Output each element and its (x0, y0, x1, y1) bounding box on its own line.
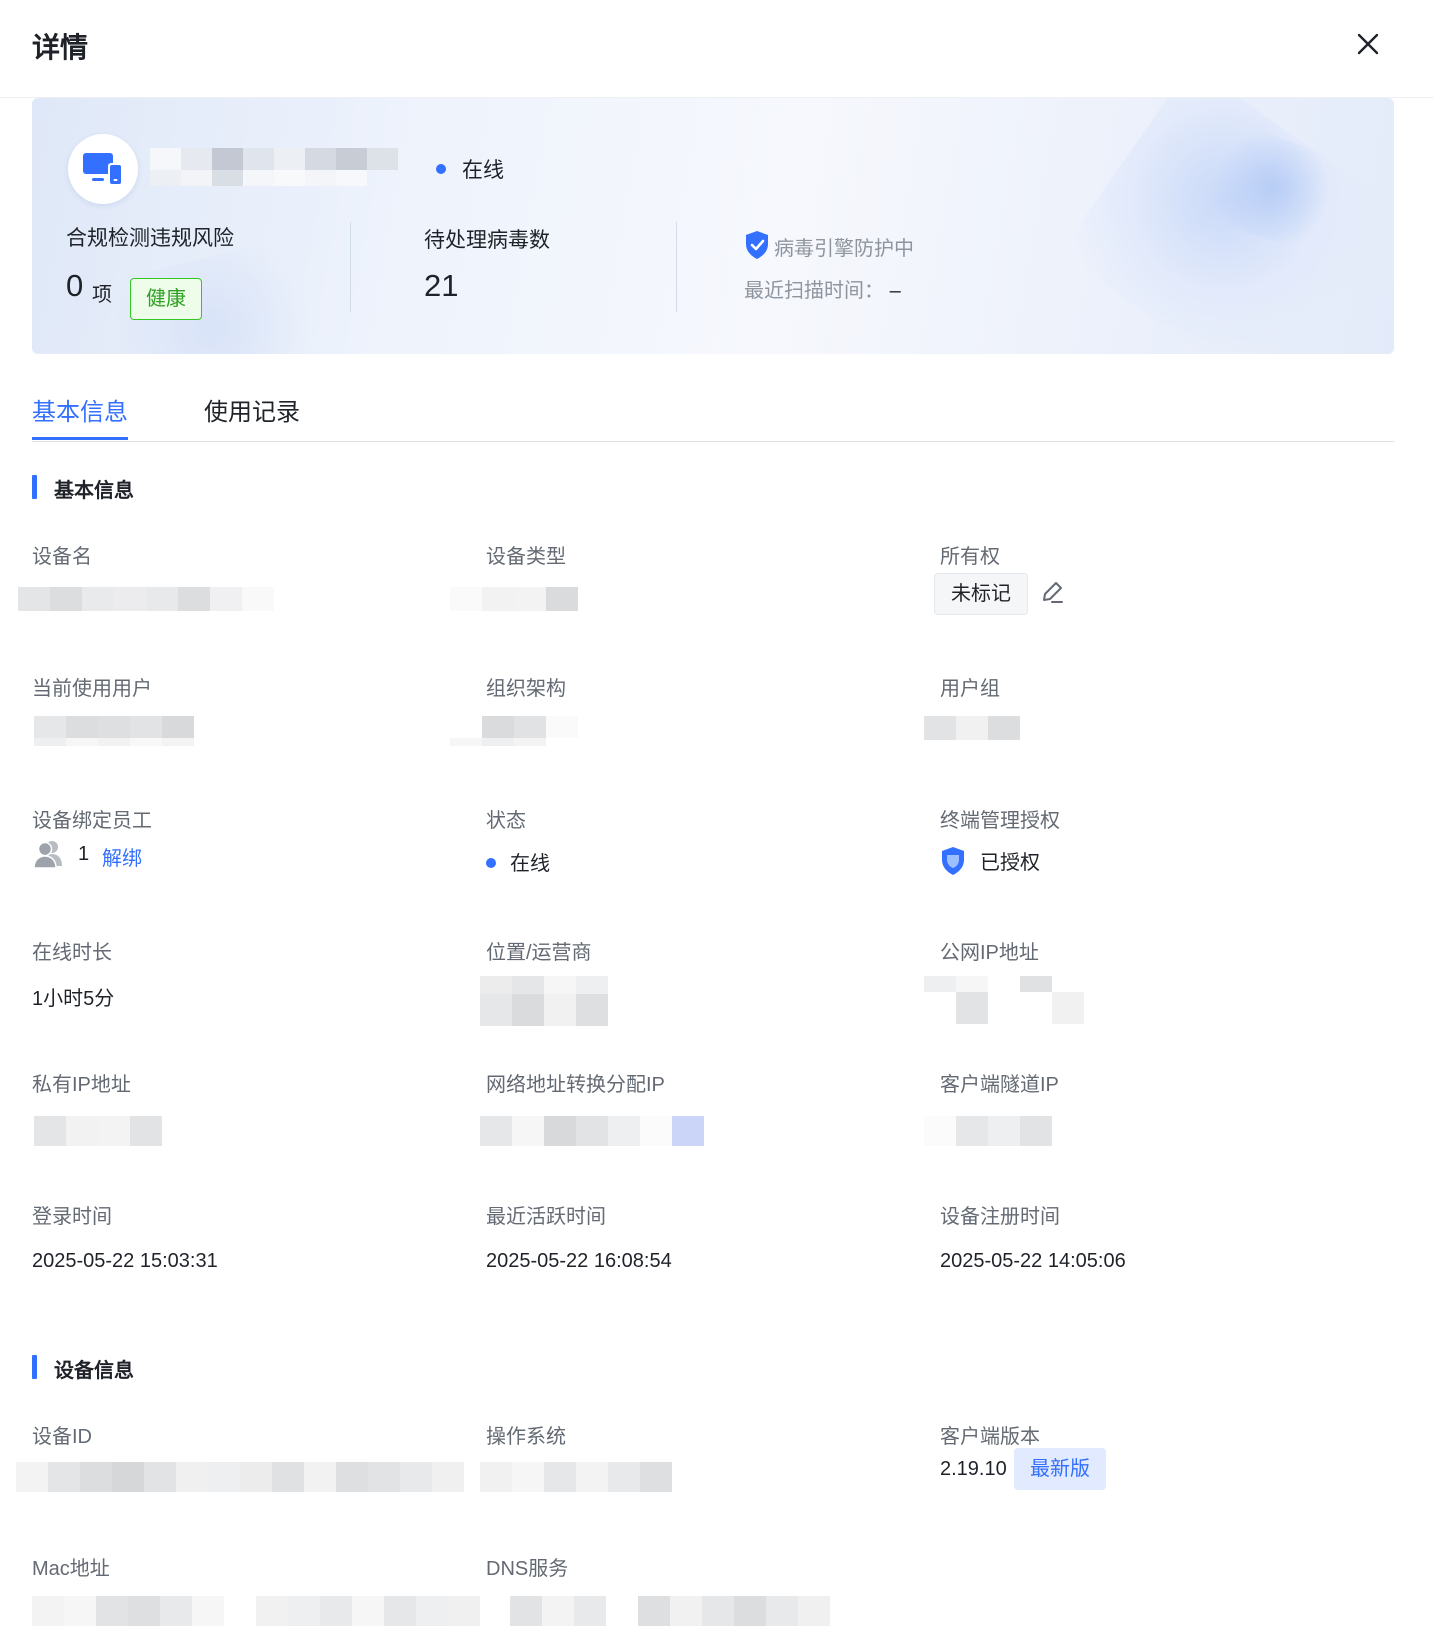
register-time-label: 设备注册时间 (940, 1206, 1060, 1228)
device-name-value-blurred (18, 587, 274, 611)
status-dot (436, 164, 446, 174)
last-scan-value: – (889, 280, 901, 302)
login-time-value: 2025-05-22 15:03:31 (32, 1250, 218, 1272)
bound-staff-count: 1 (78, 843, 90, 865)
org-value-blurred (450, 716, 578, 746)
auth-value: 已授权 (980, 852, 1040, 874)
unbind-link[interactable]: 解绑 (102, 842, 142, 871)
client-version-value: 2.19.10 (940, 1458, 1007, 1480)
client-version-label: 客户端版本 (940, 1426, 1040, 1448)
users-icon (33, 841, 62, 869)
ownership-label: 所有权 (940, 546, 1000, 568)
virus-label: 待处理病毒数 (424, 229, 550, 252)
health-badge: 健康 (130, 278, 202, 320)
device-avatar (68, 134, 138, 204)
ownership-tag: 未标记 (934, 573, 1028, 615)
device-type-label: 设备类型 (486, 546, 566, 568)
status-dot (486, 858, 496, 868)
device-id-label: 设备ID (32, 1426, 92, 1448)
close-icon[interactable] (1352, 28, 1384, 60)
bound-staff-label: 设备绑定员工 (32, 810, 152, 832)
device-name-label: 设备名 (32, 546, 92, 568)
os-label: 操作系统 (486, 1426, 566, 1448)
register-time-value: 2025-05-22 14:05:06 (940, 1250, 1126, 1272)
section-title-device: 设备信息 (32, 1354, 134, 1383)
current-user-value-blurred (34, 716, 194, 746)
status-text: 在线 (462, 159, 504, 182)
mac-value-blurred (32, 1596, 480, 1626)
status-value: 在线 (510, 853, 550, 875)
mac-label: Mac地址 (32, 1558, 110, 1580)
last-active-label: 最近活跃时间 (486, 1206, 606, 1228)
edit-icon[interactable] (1038, 578, 1066, 606)
device-type-value-blurred (450, 587, 578, 611)
current-user-label: 当前使用用户 (32, 678, 152, 700)
dns-value-blurred (510, 1596, 830, 1626)
online-duration-label: 在线时长 (32, 942, 112, 964)
shield-icon (942, 847, 964, 875)
latest-version-badge: 最新版 (1014, 1448, 1106, 1490)
shield-check-icon (746, 231, 768, 259)
public-ip-value-blurred (924, 976, 1084, 1024)
compliance-label: 合规检测违规风险 (66, 227, 234, 250)
private-ip-value-blurred (34, 1116, 162, 1146)
last-active-value: 2025-05-22 16:08:54 (486, 1250, 672, 1272)
public-ip-label: 公网IP地址 (940, 942, 1039, 964)
status-label: 状态 (486, 810, 526, 832)
device-name-blurred (150, 148, 398, 186)
login-time-label: 登录时间 (32, 1206, 112, 1228)
private-ip-label: 私有IP地址 (32, 1074, 131, 1096)
last-scan-label: 最近扫描时间： (744, 280, 884, 302)
tunnel-ip-value-blurred (924, 1116, 1084, 1146)
org-label: 组织架构 (486, 678, 566, 700)
engine-status: 病毒引擎防护中 (774, 238, 914, 260)
drawer-header: 详情 (0, 0, 1434, 98)
tab-basic-info[interactable]: 基本信息 (32, 392, 128, 440)
monitor-phone-icon (83, 153, 122, 185)
tunnel-ip-label: 客户端隧道IP (940, 1074, 1059, 1096)
dns-label: DNS服务 (486, 1558, 569, 1580)
compliance-unit: 项 (92, 284, 112, 306)
nat-ip-label: 网络地址转换分配IP (486, 1074, 665, 1096)
virus-count: 21 (424, 268, 459, 303)
device-id-value-blurred (16, 1462, 464, 1492)
location-label: 位置/运营商 (486, 942, 592, 964)
nat-ip-value-blurred (480, 1116, 704, 1146)
last-scan-time: 最近扫描时间： – (744, 274, 901, 303)
tab-usage-records[interactable]: 使用记录 (204, 392, 300, 427)
online-duration-value: 1小时5分 (32, 988, 115, 1010)
os-value-blurred (480, 1462, 672, 1492)
location-value-blurred (480, 976, 608, 1026)
divider (676, 222, 677, 312)
auth-label: 终端管理授权 (940, 810, 1060, 832)
section-title-basic: 基本信息 (32, 474, 134, 503)
divider (350, 222, 351, 312)
drawer-title: 详情 (32, 32, 89, 63)
user-group-value-blurred (924, 716, 1020, 740)
device-summary-card: 在线 合规检测违规风险 0 项 健康 待处理病毒数 21 病毒引擎防护中 最近扫… (32, 98, 1394, 354)
user-group-label: 用户组 (940, 678, 1000, 700)
compliance-count: 0 (66, 268, 84, 303)
tab-bar: 基本信息 使用记录 (32, 380, 1394, 442)
